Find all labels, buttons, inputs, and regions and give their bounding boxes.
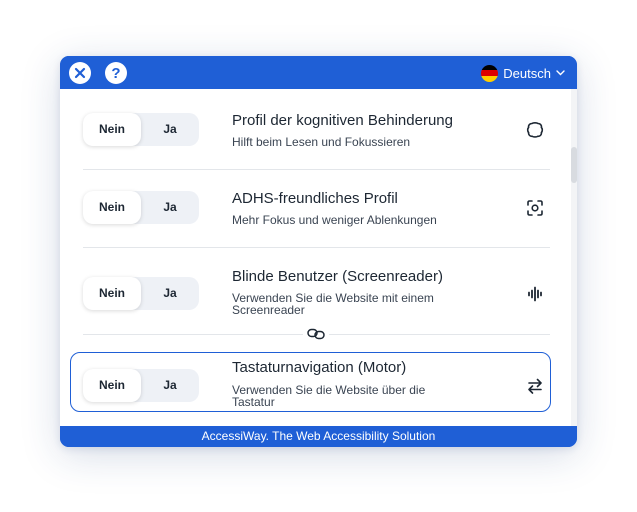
yes-option[interactable]: Ja <box>141 113 199 146</box>
divider <box>83 169 550 170</box>
close-icon <box>74 67 86 79</box>
toggle-adhd: Nein Ja <box>83 191 199 224</box>
toggle-keyboard: Nein Ja <box>83 369 199 402</box>
german-flag-icon <box>481 64 499 82</box>
language-label: Deutsch <box>503 65 551 81</box>
divider <box>83 247 550 248</box>
no-option[interactable]: Nein <box>83 277 141 310</box>
profile-description: Verwenden Sie die Website über die Tasta… <box>232 383 426 409</box>
profile-description: Hilft beim Lesen und Fokussieren <box>232 135 411 149</box>
profile-description: Verwenden Sie die Website mit einem Scre… <box>232 291 434 317</box>
accessibility-widget: ? Deutsch Nein Ja Profil der kognitiven … <box>60 56 577 447</box>
profile-title: Tastaturnavigation (Motor) <box>232 359 407 376</box>
no-option[interactable]: Nein <box>83 113 141 146</box>
help-icon: ? <box>111 64 121 82</box>
yes-option[interactable]: Ja <box>141 191 199 224</box>
swap-arrows-icon <box>523 374 547 398</box>
language-selector[interactable]: Deutsch <box>481 64 565 82</box>
link-icon <box>303 326 329 342</box>
no-option[interactable]: Nein <box>83 369 141 402</box>
scrollbar[interactable] <box>571 89 577 426</box>
no-option[interactable]: Nein <box>83 191 141 224</box>
widget-header: ? Deutsch <box>60 56 577 89</box>
chevron-down-icon <box>556 70 565 76</box>
profile-list: Nein Ja Profil der kognitiven Behinderun… <box>60 89 577 426</box>
toggle-screenreader: Nein Ja <box>83 277 199 310</box>
profile-title: Blinde Benutzer (Screenreader) <box>232 268 443 285</box>
profile-title: Profil der kognitiven Behinderung <box>232 112 453 129</box>
close-button[interactable] <box>69 62 91 84</box>
focus-target-icon <box>523 196 547 220</box>
brain-outline-icon <box>523 118 547 142</box>
yes-option[interactable]: Ja <box>141 369 199 402</box>
yes-option[interactable]: Ja <box>141 277 199 310</box>
audio-wave-icon <box>523 282 547 306</box>
toggle-cognitive: Nein Ja <box>83 113 199 146</box>
profile-title: ADHS-freundliches Profil <box>232 190 398 207</box>
scrollbar-thumb[interactable] <box>571 147 577 183</box>
profile-description: Mehr Fokus und weniger Ablenkungen <box>232 213 437 227</box>
footer-branding: AccessiWay. The Web Accessibility Soluti… <box>60 426 577 447</box>
help-button[interactable]: ? <box>105 62 127 84</box>
